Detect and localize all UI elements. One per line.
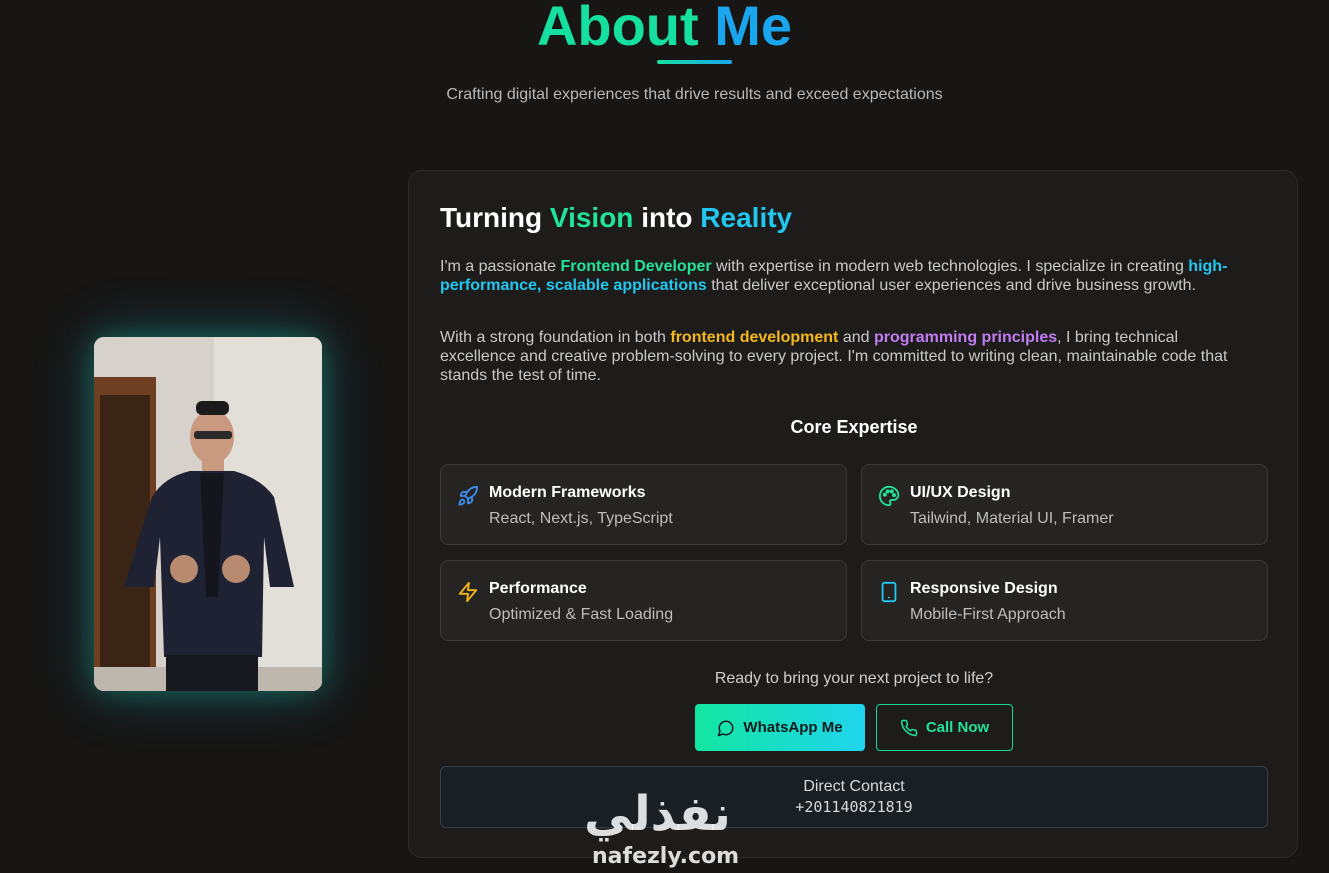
intro-paragraph: I'm a passionate Frontend Developer with…: [440, 257, 1250, 295]
card-title-highlight1: Vision: [549, 202, 634, 233]
about-card: Turning Vision into Reality I'm a passio…: [408, 170, 1298, 858]
direct-contact-label: Direct Contact: [803, 778, 905, 795]
direct-contact-box: Direct Contact +201140821819: [440, 766, 1268, 828]
para1-text1: I'm a passionate: [440, 258, 561, 275]
page-subtitle: Crafting digital experiences that drive …: [446, 86, 943, 103]
expertise-title: Performance: [489, 580, 587, 597]
para2-text2: and: [838, 329, 874, 346]
whatsapp-button[interactable]: WhatsApp Me: [695, 704, 865, 751]
phone-icon: [900, 719, 918, 736]
expertise-tile-responsive: Responsive Design Mobile-First Approach: [861, 560, 1268, 641]
card-title-part2: into: [641, 202, 693, 233]
expertise-tile-frameworks: Modern Frameworks React, Next.js, TypeSc…: [440, 464, 847, 545]
profile-photo-illustration: [94, 337, 322, 691]
para1-highlight1: Frontend Developer: [560, 258, 712, 275]
message-circle-icon: [718, 720, 734, 736]
para2-highlight1: frontend development: [670, 329, 839, 346]
foundation-paragraph: With a strong foundation in both fronten…: [440, 328, 1250, 385]
watermark-url: nafezly.com: [592, 844, 740, 869]
expertise-subtitle: React, Next.js, TypeScript: [489, 510, 673, 527]
card-title-part1: Turning: [440, 202, 543, 233]
mobile-icon: [881, 581, 897, 603]
lightning-icon: [458, 581, 478, 603]
watermark-logo: نفذلي: [584, 786, 731, 842]
page-title-part1: About: [536, 0, 699, 57]
call-button-label: Call Now: [925, 719, 990, 736]
expertise-subtitle: Mobile-First Approach: [910, 606, 1066, 623]
palette-icon: [878, 485, 900, 507]
page-title-part2: Me: [714, 0, 793, 57]
core-expertise-heading: Core Expertise: [790, 417, 918, 437]
whatsapp-button-label: WhatsApp Me: [743, 719, 843, 736]
profile-photo: [94, 337, 322, 691]
card-title: Turning Vision into Reality: [440, 202, 792, 234]
page-title: About Me: [0, 0, 1329, 60]
cta-text: Ready to bring your next project to life…: [714, 670, 994, 687]
expertise-title: Responsive Design: [910, 580, 1058, 597]
title-underline: [657, 60, 732, 64]
para1-text2: with expertise in modern web technologie…: [711, 258, 1189, 275]
expertise-subtitle: Tailwind, Material UI, Framer: [910, 510, 1114, 527]
expertise-title: UI/UX Design: [910, 484, 1011, 501]
contact-phone-number[interactable]: +201140821819: [441, 798, 1267, 816]
expertise-subtitle: Optimized & Fast Loading: [489, 606, 674, 623]
expertise-tile-uiux: UI/UX Design Tailwind, Material UI, Fram…: [861, 464, 1268, 545]
expertise-tile-performance: Performance Optimized & Fast Loading: [440, 560, 847, 641]
para1-text3: that deliver exceptional user experience…: [706, 277, 1196, 294]
rocket-icon: [458, 485, 479, 506]
card-title-highlight2: Reality: [700, 202, 793, 233]
call-button[interactable]: Call Now: [876, 704, 1013, 751]
para2-highlight2: programming principles: [873, 329, 1058, 346]
para2-text1: With a strong foundation in both: [440, 329, 671, 346]
expertise-title: Modern Frameworks: [489, 484, 646, 501]
